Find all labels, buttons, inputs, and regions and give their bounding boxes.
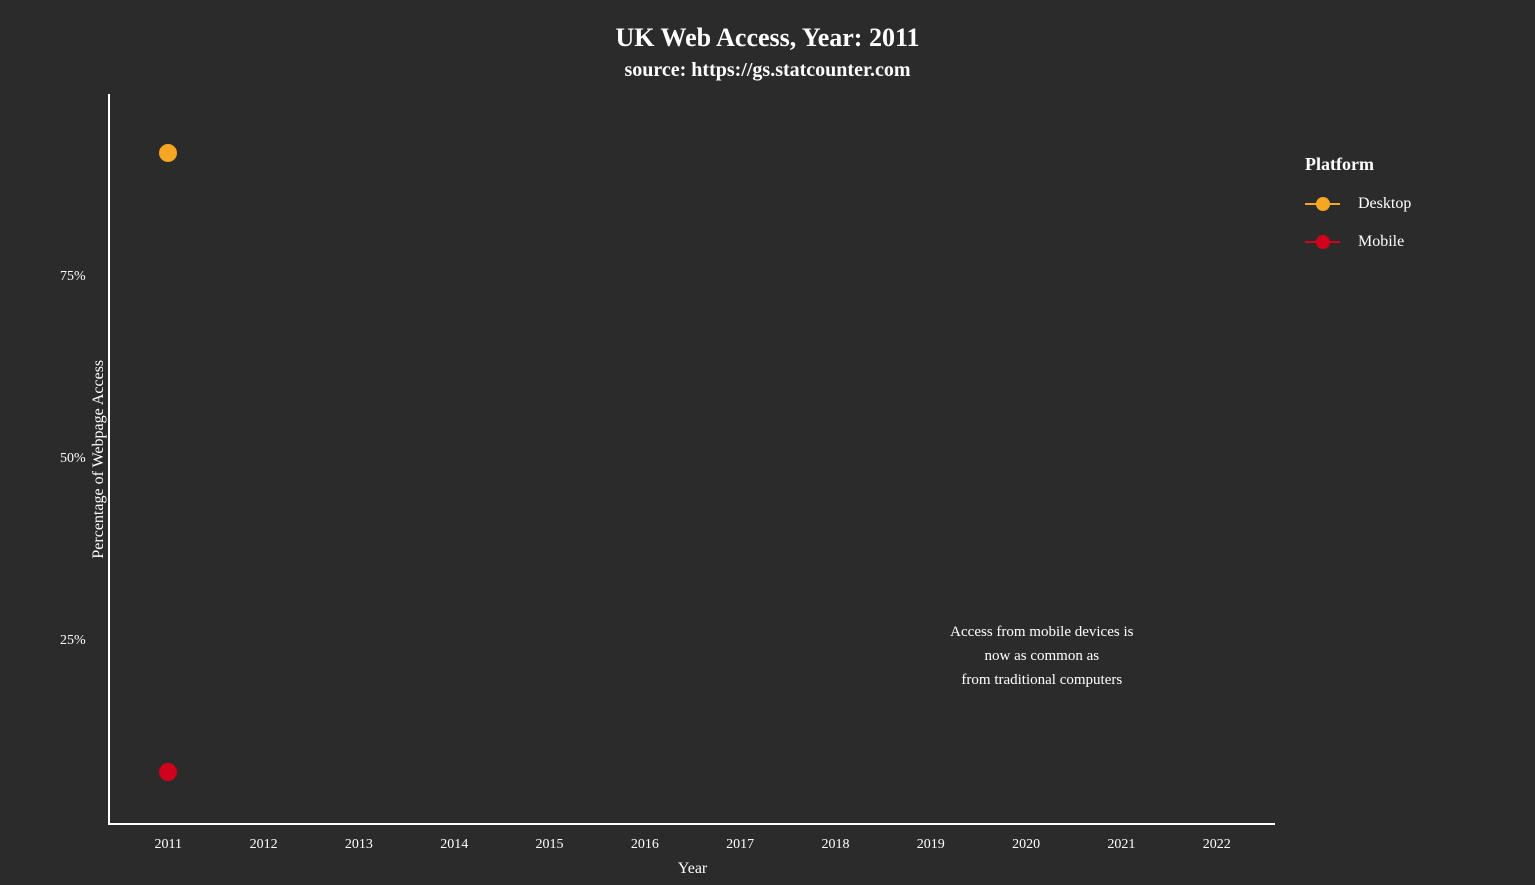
y-tick: 50%: [60, 451, 86, 467]
annotation-text: Access from mobile devices isnow as comm…: [902, 620, 1182, 692]
x-tick: 2019: [917, 837, 945, 853]
x-tick: 2022: [1203, 837, 1231, 853]
legend-label-desktop: Desktop: [1358, 195, 1411, 213]
x-tick: 2014: [440, 837, 468, 853]
x-tick: 2020: [1012, 837, 1040, 853]
x-tick: 2011: [155, 837, 182, 853]
legend-line-mobile: [1305, 241, 1340, 243]
legend: Platform Desktop Mobile: [1275, 94, 1475, 825]
x-tick: 2012: [250, 837, 278, 853]
legend-dot-desktop: [1316, 197, 1330, 211]
chart-title: UK Web Access, Year: 2011 source: https:…: [615, 20, 919, 84]
data-point-desktop-2011: [159, 144, 177, 162]
y-tick: 75%: [60, 269, 86, 285]
chart-main-title: UK Web Access, Year: 2011: [615, 20, 919, 56]
y-tick: 25%: [60, 633, 86, 649]
plot-area: Access from mobile devices isnow as comm…: [108, 94, 1275, 825]
chart-container: UK Web Access, Year: 2011 source: https:…: [0, 0, 1535, 885]
x-tick: 2013: [345, 837, 373, 853]
legend-item-mobile: Mobile: [1305, 233, 1475, 251]
data-point-mobile-2011: [159, 763, 177, 781]
x-tick: 2017: [726, 837, 754, 853]
x-tick: 2016: [631, 837, 659, 853]
x-axis-label: Year: [678, 860, 707, 878]
x-tick: 2018: [821, 837, 849, 853]
legend-line-desktop: [1305, 203, 1340, 205]
chart-area: Percentage of Webpage Access Access from…: [0, 84, 1535, 885]
legend-label-mobile: Mobile: [1358, 233, 1404, 251]
x-tick: 2021: [1107, 837, 1135, 853]
plot-and-legend: Access from mobile devices isnow as comm…: [108, 94, 1475, 825]
legend-item-desktop: Desktop: [1305, 195, 1475, 213]
legend-title: Platform: [1305, 154, 1475, 175]
x-tick: 2015: [536, 837, 564, 853]
chart-sub-title: source: https://gs.statcounter.com: [615, 56, 919, 84]
legend-dot-mobile: [1316, 235, 1330, 249]
